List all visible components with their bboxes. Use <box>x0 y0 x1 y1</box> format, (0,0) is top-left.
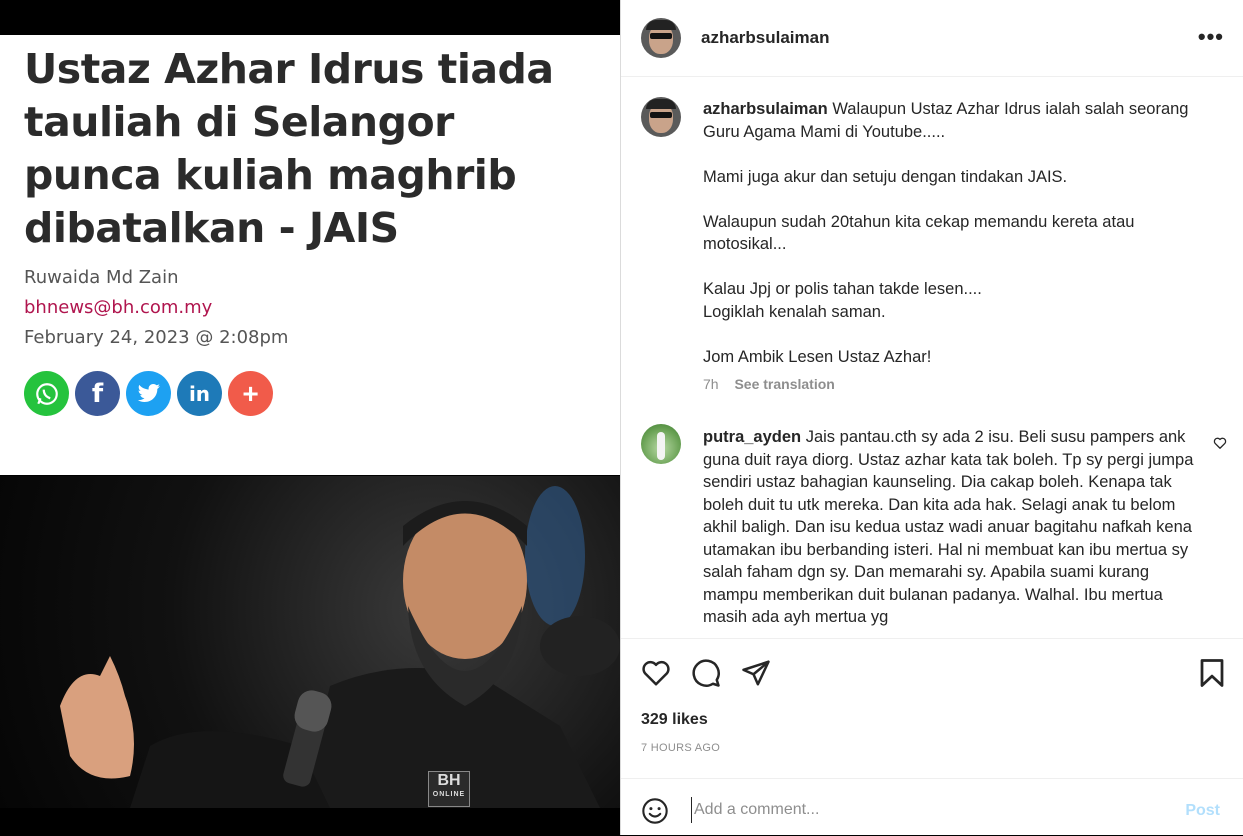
avatar[interactable] <box>641 18 681 58</box>
more-share-button[interactable]: + <box>228 371 273 416</box>
article-headline: Ustaz Azhar Idrus tiada tauliah di Selan… <box>24 45 554 252</box>
comment-bubble-icon[interactable] <box>691 658 721 688</box>
article-card: Ustaz Azhar Idrus tiada tauliah di Selan… <box>0 35 620 475</box>
caption-line: Kalau Jpj or polis tahan takde lesen....… <box>703 280 982 321</box>
emoji-icon[interactable] <box>641 797 669 825</box>
article-photo: BH ONLINE <box>0 476 620 808</box>
caption-line: Mami juga akur dan setuju dengan tindaka… <box>703 167 1068 186</box>
comment-text: Jais pantau.cth sy ada 2 isu. Beli susu … <box>703 428 1194 626</box>
see-translation-link[interactable]: See translation <box>734 376 834 392</box>
post-actions: 329 likes 7 HOURS AGO <box>621 638 1243 779</box>
plus-icon: + <box>242 377 259 409</box>
twitter-share-button[interactable] <box>126 371 171 416</box>
post-caption: azharbsulaiman Walaupun Ustaz Azhar Idru… <box>703 98 1213 391</box>
linkedin-share-button[interactable]: in <box>177 371 222 416</box>
caption-time: 7h <box>703 376 719 392</box>
bh-online-logo: BH ONLINE <box>428 771 470 807</box>
post-timestamp: 7 HOURS AGO <box>641 742 721 754</box>
caption-avatar[interactable] <box>641 97 681 137</box>
article-email-link[interactable]: bhnews@bh.com.my <box>24 297 212 318</box>
whatsapp-share-button[interactable] <box>24 371 69 416</box>
share-send-icon[interactable] <box>741 658 771 688</box>
post-comment-button[interactable]: Post <box>1179 801 1226 821</box>
post-header: azharbsulaiman ••• <box>621 0 1243 77</box>
twitter-icon <box>137 383 160 402</box>
caption-line: Walaupun sudah 20tahun kita cekap memand… <box>703 212 1135 254</box>
comment-input[interactable] <box>691 797 1166 823</box>
add-comment-bar: Post <box>621 778 1243 836</box>
save-bookmark-icon[interactable] <box>1199 658 1225 688</box>
caption-meta: 7h See translation <box>703 376 835 392</box>
like-heart-icon[interactable] <box>641 659 671 687</box>
facebook-share-button[interactable]: f <box>75 371 120 416</box>
comment-like-heart-icon[interactable] <box>1213 436 1227 450</box>
article-date: February 24, 2023 @ 2:08pm <box>24 327 289 348</box>
whatsapp-icon <box>35 382 58 405</box>
post-username[interactable]: azharbsulaiman <box>701 28 830 48</box>
more-options-icon[interactable]: ••• <box>1198 24 1224 50</box>
instagram-post-panel: azharbsulaiman ••• azharbsulaiman Walaup… <box>620 0 1243 835</box>
linkedin-icon: in <box>188 381 211 406</box>
comment-avatar[interactable] <box>641 424 681 464</box>
comment: putra_ayden Jais pantau.cth sy ada 2 isu… <box>703 426 1203 638</box>
caption-username[interactable]: azharbsulaiman <box>703 100 828 118</box>
facebook-icon: f <box>91 378 104 409</box>
caption-line: Jom Ambik Lesen Ustaz Azhar! <box>703 347 932 366</box>
share-buttons: f in + <box>24 371 273 416</box>
speaker-illustration <box>60 486 620 808</box>
news-screenshot: Ustaz Azhar Idrus tiada tauliah di Selan… <box>0 0 620 835</box>
likes-count[interactable]: 329 likes <box>641 711 708 729</box>
article-author: Ruwaida Md Zain <box>24 267 179 288</box>
comment-username[interactable]: putra_ayden <box>703 428 801 446</box>
